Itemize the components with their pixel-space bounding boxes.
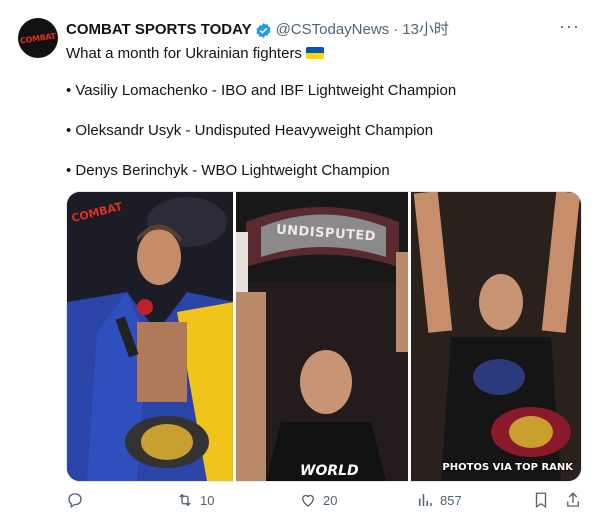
share-icon [564, 491, 582, 509]
tweet-headline: What a month for Ukrainian fighters [66, 44, 324, 64]
like-icon [299, 491, 317, 509]
photo-berinchyk[interactable]: PHOTOS VIA TOP RANK [411, 192, 581, 481]
display-name[interactable]: COMBAT SPORTS TODAY [66, 20, 252, 40]
bullet-lomachenko: • Vasiliy Lomachenko - IBO and IBF Light… [66, 82, 457, 99]
more-icon[interactable]: ··· [559, 16, 580, 36]
shirt-text: WORLD [300, 463, 359, 479]
photo-lomachenko[interactable]: COMBAT [67, 192, 234, 481]
handle[interactable]: @CSTodayNews [276, 20, 390, 40]
avatar[interactable]: COMBAT [18, 18, 58, 58]
like-button[interactable]: 20 [299, 491, 337, 509]
like-count: 20 [323, 492, 338, 508]
reply-button[interactable] [66, 491, 90, 509]
bullet-usyk: • Oleksandr Usyk - Undisputed Heavyweigh… [66, 122, 434, 139]
media-grid[interactable]: COMBAT UNDISPUTED WORLD PHOTOS VIA TOP R… [66, 191, 582, 482]
retweet-icon [176, 491, 194, 509]
photo-usyk[interactable]: UNDISPUTED WORLD [236, 192, 408, 481]
photo-credit: PHOTOS VIA TOP RANK [442, 462, 573, 473]
tweet-card: COMBAT COMBAT SPORTS TODAY @CSTodayNews … [0, 0, 600, 515]
verified-badge-icon [255, 22, 272, 39]
action-bar: 10 20 857 [66, 491, 580, 513]
views-button[interactable]: 857 [416, 491, 462, 509]
views-icon [416, 491, 434, 509]
reply-icon [66, 491, 84, 509]
bookmark-icon [532, 491, 550, 509]
views-count: 857 [440, 492, 462, 508]
timestamp[interactable]: 13小时 [402, 20, 449, 40]
bookmark-button[interactable] [532, 491, 550, 509]
separator-dot: · [393, 21, 399, 38]
tweet-header: COMBAT SPORTS TODAY @CSTodayNews · 13小时 … [66, 16, 580, 40]
retweet-button[interactable]: 10 [176, 491, 214, 509]
share-button[interactable] [564, 491, 582, 509]
avatar-logo-text: COMBAT [19, 31, 57, 45]
retweet-count: 10 [200, 492, 215, 508]
bullet-berinchyk: • Denys Berinchyk - WBO Lightweight Cham… [66, 162, 390, 179]
ukraine-flag-icon [305, 47, 324, 59]
headline-text: What a month for Ukrainian fighters [66, 45, 302, 62]
